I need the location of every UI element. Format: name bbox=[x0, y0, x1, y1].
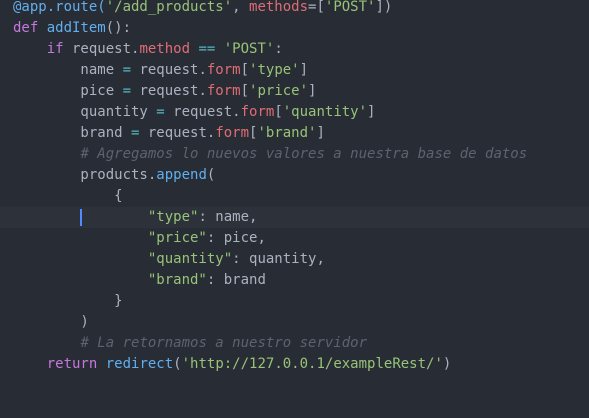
code-line[interactable]: ) bbox=[0, 312, 589, 333]
code-token-plain: ( bbox=[173, 356, 182, 372]
code-token-plain: } bbox=[13, 293, 123, 309]
code-line[interactable]: } bbox=[0, 291, 589, 312]
code-token-plain: products. bbox=[13, 167, 157, 183]
code-line[interactable]: quantity = request.form['quantity'] bbox=[0, 102, 589, 123]
code-token-string: "type" bbox=[147, 209, 199, 225]
code-token-plain: : name, bbox=[198, 209, 258, 225]
code-token-operator: = bbox=[122, 62, 132, 78]
code-line[interactable]: # Agregamos lo nuevos valores a nuestra … bbox=[0, 144, 589, 165]
code-line[interactable]: def addItem(): bbox=[0, 18, 589, 39]
code-token-string: "quantity" bbox=[147, 251, 233, 267]
code-token-plain: : quantity, bbox=[232, 251, 325, 267]
code-token-plain: [ bbox=[274, 104, 283, 120]
code-line[interactable]: brand = request.form['brand'] bbox=[0, 123, 589, 144]
code-line[interactable]: "type": name, bbox=[0, 207, 589, 228]
code-token-string: 'POST' bbox=[223, 41, 275, 57]
code-token-plain: ] bbox=[308, 83, 317, 99]
code-token-function: redirect bbox=[105, 356, 174, 372]
code-line[interactable]: products.append( bbox=[0, 165, 589, 186]
code-line[interactable]: "price": pice, bbox=[0, 228, 589, 249]
code-editor[interactable]: @app.route('/add_products', methods=['PO… bbox=[0, 0, 589, 418]
code-line[interactable]: name = request.form['type'] bbox=[0, 60, 589, 81]
code-token-plain: request. bbox=[63, 41, 140, 57]
code-token-plain: brand bbox=[13, 125, 132, 141]
code-token-plain: [ bbox=[240, 62, 250, 78]
code-token-plain: : brand bbox=[206, 272, 266, 288]
code-token-attribute: form bbox=[206, 83, 241, 99]
code-token-attribute: form bbox=[215, 125, 250, 141]
code-token-function: addItem bbox=[46, 20, 106, 36]
code-token-plain: , bbox=[232, 0, 250, 15]
code-token-string: '/add_products' bbox=[105, 0, 233, 15]
code-token-plain: quantity bbox=[13, 104, 157, 120]
code-token-comment: # La retornamos a nuestro servidor bbox=[80, 335, 368, 351]
code-token-plain: : pice, bbox=[206, 230, 266, 246]
code-line[interactable]: "quantity": quantity, bbox=[0, 249, 589, 270]
code-token-string: "price" bbox=[147, 230, 207, 246]
code-token-string: 'quantity' bbox=[282, 104, 368, 120]
code-token-keyword: if bbox=[46, 41, 64, 57]
code-line[interactable]: if request.method == 'POST': bbox=[0, 39, 589, 60]
code-token-string: 'http://127.0.0.1/exampleRest/' bbox=[181, 356, 443, 372]
code-line[interactable]: return redirect('http://127.0.0.1/exampl… bbox=[0, 354, 589, 375]
code-token-plain: pice bbox=[13, 83, 123, 99]
code-token-string: "brand" bbox=[147, 272, 207, 288]
code-token-plain: ]) bbox=[375, 0, 393, 15]
code-token-keyword: def bbox=[13, 20, 47, 36]
code-token-plain: =[ bbox=[308, 0, 325, 15]
code-line[interactable]: { bbox=[0, 186, 589, 207]
code-token-operator: = bbox=[122, 83, 132, 99]
code-token-operator: = bbox=[156, 104, 165, 120]
text-cursor bbox=[80, 209, 82, 226]
code-token-plain: : bbox=[274, 41, 283, 57]
code-token-attribute: methods bbox=[249, 0, 309, 15]
code-token-plain: request. bbox=[131, 83, 207, 99]
code-token-string: 'POST' bbox=[324, 0, 376, 15]
code-token-attribute: form bbox=[206, 62, 241, 78]
code-token-plain: ( bbox=[206, 167, 216, 183]
code-token-attribute: form bbox=[240, 104, 275, 120]
code-token-plain: ] bbox=[299, 62, 309, 78]
code-line[interactable]: @app.route('/add_products', methods=['PO… bbox=[0, 0, 589, 18]
code-token-plain: request. bbox=[131, 62, 207, 78]
code-token-string: 'brand' bbox=[257, 125, 317, 141]
code-token-plain: request. bbox=[139, 125, 216, 141]
code-token-plain: [ bbox=[240, 83, 250, 99]
code-token-string: 'type' bbox=[249, 62, 300, 78]
code-token-plain: ] bbox=[316, 125, 325, 141]
code-token-plain: (): bbox=[105, 20, 132, 36]
code-token-plain: request. bbox=[164, 104, 241, 120]
code-token-attribute: method bbox=[139, 41, 191, 57]
code-token-plain: name bbox=[13, 62, 123, 78]
code-line[interactable]: # La retornamos a nuestro servidor bbox=[0, 333, 589, 354]
code-line[interactable]: pice = request.form['price'] bbox=[0, 81, 589, 102]
code-token-plain: ) bbox=[13, 314, 89, 330]
code-token-operator: == bbox=[190, 41, 224, 57]
code-token-plain: ) bbox=[442, 356, 452, 372]
code-line[interactable]: "brand": brand bbox=[0, 270, 589, 291]
code-token-keyword: return bbox=[46, 356, 98, 372]
code-token-string: 'price' bbox=[249, 83, 309, 99]
code-token-comment: # Agregamos lo nuevos valores a nuestra … bbox=[80, 146, 528, 162]
code-token-function: @app.route( bbox=[13, 0, 106, 15]
code-token-plain: ] bbox=[367, 104, 376, 120]
code-token-plain: { bbox=[13, 188, 123, 204]
code-token-function: append bbox=[156, 167, 207, 183]
